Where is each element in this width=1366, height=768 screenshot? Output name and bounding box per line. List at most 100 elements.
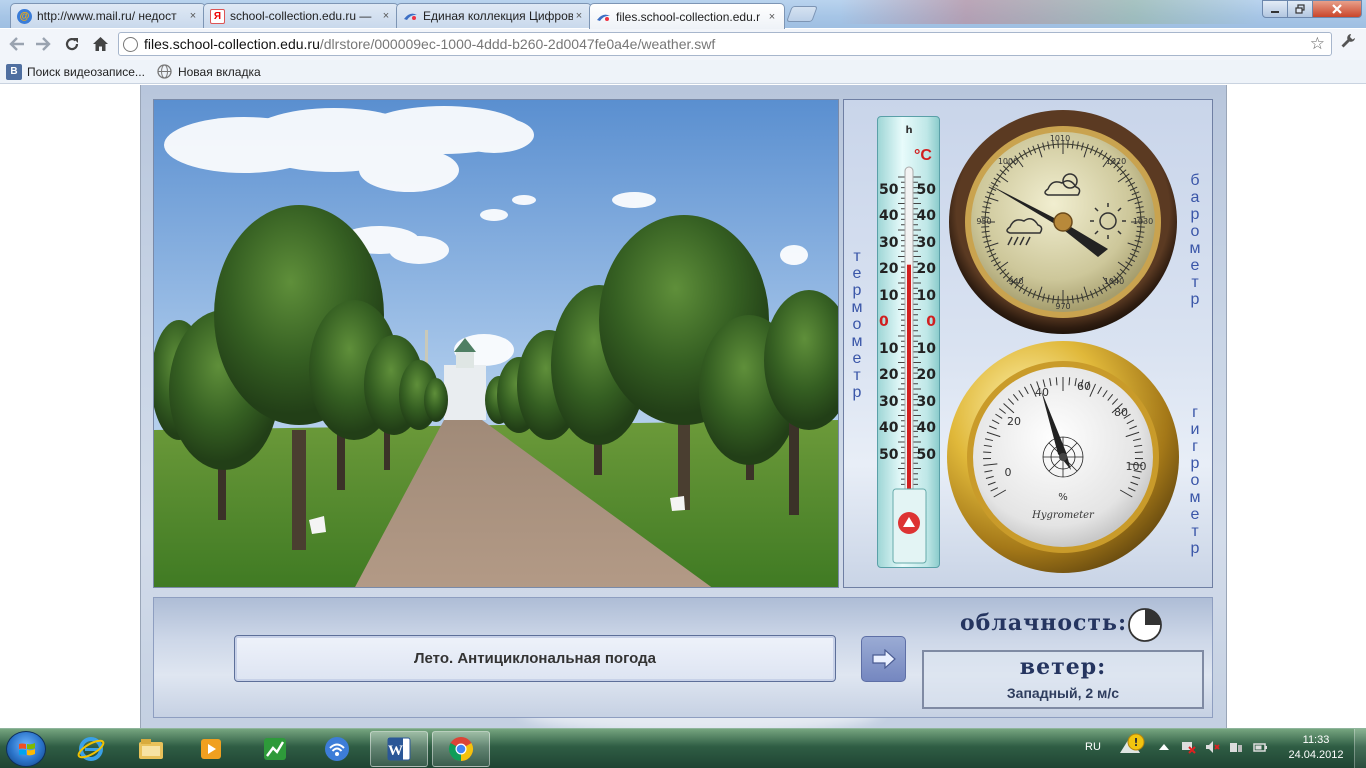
svg-text:!: ! <box>1133 736 1138 749</box>
next-button[interactable] <box>861 636 906 682</box>
wrench-menu-button[interactable] <box>1340 33 1356 54</box>
thermometer-scale-label: 50 <box>916 181 936 198</box>
thermometer-label: термометр <box>848 248 866 401</box>
tab-close-icon[interactable]: × <box>380 10 392 22</box>
svg-text:1020: 1020 <box>1106 157 1126 166</box>
maximize-button[interactable] <box>1287 0 1313 18</box>
collection-icon <box>403 9 418 24</box>
svg-text:1000: 1000 <box>998 157 1018 166</box>
hygrometer-unit: % <box>1058 492 1068 503</box>
thermometer-scale-label: 0 <box>926 314 936 330</box>
bookmark-star-icon[interactable]: ☆ <box>1310 34 1325 54</box>
home-button[interactable] <box>89 33 111 55</box>
arrow-left-icon <box>9 37 24 51</box>
chart-app-icon <box>264 738 286 760</box>
bookmark-vk-video-search[interactable]: B Поиск видеозаписе... <box>6 63 145 80</box>
taskbar-internet-explorer[interactable] <box>62 731 120 767</box>
label-text: гигрометр <box>1189 404 1201 557</box>
url-path: /dlrstore/000009ec-1000-4ddd-b260-2d0047… <box>319 36 716 52</box>
tab-close-icon[interactable]: × <box>187 10 199 22</box>
bookmarks-bar: B Поиск видеозаписе... Новая вкладка <box>0 60 1366 84</box>
title-bar-glass <box>840 0 1260 24</box>
back-button[interactable] <box>6 33 28 55</box>
clock-time: 11:33 <box>1302 734 1330 746</box>
taskbar-network-app[interactable] <box>308 731 366 767</box>
action-center-icon[interactable]: ! <box>1116 731 1146 761</box>
language-indicator[interactable]: RU <box>1085 741 1101 753</box>
network-warning-icon[interactable] <box>1180 739 1196 755</box>
barometer: 1010 1020 1000 950 1030 940 1040 970 <box>948 109 1178 335</box>
wind-label: ветер: <box>1019 654 1107 680</box>
collection-icon <box>596 9 611 24</box>
mail-ru-icon: @ <box>17 8 32 24</box>
tab-close-icon[interactable]: × <box>766 11 778 23</box>
tab-title: files.school-collection.edu.r <box>616 9 761 24</box>
system-clock[interactable]: 11:33 24.04.2012 <box>1288 733 1344 763</box>
taskbar-word[interactable]: W <box>370 731 428 767</box>
cloudiness-indicator-icon <box>1127 607 1163 646</box>
address-bar[interactable]: files.school-collection.edu.ru/dlrstore/… <box>118 32 1332 56</box>
thermometer-scale-label: 10 <box>916 340 936 357</box>
show-desktop-button[interactable] <box>1354 729 1366 768</box>
yandex-icon: Я <box>210 8 225 24</box>
thermometer-scale-label: 20 <box>916 261 936 277</box>
season-description: Лето. Антициклональная погода <box>234 635 836 682</box>
thermometer-scale-label: 10 <box>879 287 899 304</box>
windows-logo-icon <box>19 743 35 756</box>
thermometer-scale-label: 10 <box>879 340 899 357</box>
new-tab-button[interactable] <box>786 6 818 22</box>
thermometer-scale-label: 30 <box>916 393 936 410</box>
thermometer-scale-label: 40 <box>879 208 899 224</box>
svg-text:h: h <box>905 125 912 136</box>
bookmark-new-tab[interactable]: Новая вкладка <box>157 64 261 80</box>
tab-close-icon[interactable]: × <box>573 10 585 22</box>
bookmark-label: Новая вкладка <box>177 64 261 79</box>
svg-text:0: 0 <box>1005 466 1012 479</box>
thermometer-scale-label: 50 <box>879 446 899 463</box>
hygrometer: 0 20 40 60 80 100 % Hygrometer <box>946 340 1180 574</box>
thermometer-scale-label: 30 <box>916 234 936 251</box>
wrench-icon <box>1341 34 1355 48</box>
taskbar-app-green[interactable] <box>246 731 304 767</box>
minimize-icon <box>1271 11 1279 13</box>
wifi-icon <box>325 737 349 761</box>
taskbar-explorer[interactable] <box>122 731 180 767</box>
barometer-label: барометр <box>1186 172 1204 308</box>
thermometer-scale-label: 0 <box>879 314 889 330</box>
power-icon[interactable] <box>1252 739 1268 755</box>
hygrometer-brand: Hygrometer <box>1031 510 1095 521</box>
wind-info-box: ветер: Западный, 2 м/с <box>922 650 1204 709</box>
tab-edinaya-kollekciya[interactable]: Единая коллекция Цифров × <box>396 3 592 28</box>
media-player-icon <box>201 739 221 759</box>
forward-button[interactable] <box>32 33 54 55</box>
thermometer-scale-label: 30 <box>879 393 899 410</box>
thermometer: h °C 50 50 40 40 30 30 20 20 10 10 0 0 10 10 20 20 30 30 4… <box>877 116 940 568</box>
reload-button[interactable] <box>61 33 83 55</box>
windows-taskbar: W RU ! 11:33 24.04.2012 <box>0 728 1366 768</box>
close-icon <box>1332 4 1342 14</box>
taskbar-chrome[interactable] <box>432 731 490 767</box>
taskbar-media-player[interactable] <box>182 731 240 767</box>
reload-icon <box>65 37 79 51</box>
tab-school-collection[interactable]: Я school-collection.edu.ru — × <box>203 3 399 28</box>
minimize-button[interactable] <box>1262 0 1288 18</box>
word-icon: W <box>387 737 411 761</box>
bookmark-label: Поиск видеозаписе... <box>27 64 145 79</box>
weather-info-panel: Лето. Антициклональная погода облачность… <box>153 597 1213 718</box>
thermometer-scale-label: 50 <box>879 181 899 198</box>
svg-text:1010: 1010 <box>1050 134 1070 143</box>
volume-muted-icon[interactable] <box>1204 739 1220 755</box>
label-text: термометр <box>851 248 863 401</box>
label-text: барометр <box>1189 172 1201 308</box>
close-window-button[interactable] <box>1312 0 1362 18</box>
tab-weather-swf[interactable]: files.school-collection.edu.r × <box>589 3 785 29</box>
show-hidden-icons-icon[interactable] <box>1156 739 1172 755</box>
tab-strip: @ http://www.mail.ru/ недост × Я school-… <box>0 0 1366 29</box>
tab-title: http://www.mail.ru/ недост <box>37 9 177 23</box>
tab-mail-ru[interactable]: @ http://www.mail.ru/ недост × <box>10 3 206 28</box>
start-button[interactable] <box>6 731 46 767</box>
devices-icon[interactable] <box>1228 739 1244 755</box>
svg-text:940: 940 <box>1008 277 1023 286</box>
url-host: files.school-collection.edu.ru <box>144 36 320 52</box>
folder-icon <box>139 739 163 759</box>
